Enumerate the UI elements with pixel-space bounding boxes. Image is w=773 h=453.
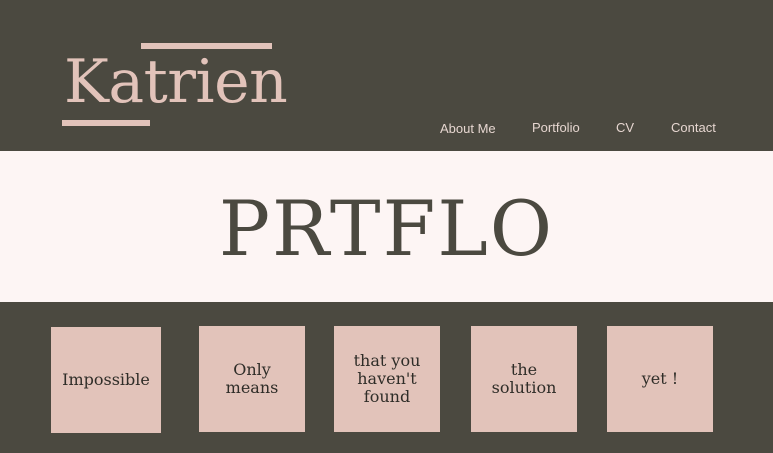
nav-item-cv[interactable]: CV: [616, 120, 634, 135]
main-nav: About Me Portfolio CV Contact: [0, 120, 773, 138]
hero-banner: PRTFLO: [0, 151, 773, 302]
nav-item-about-me[interactable]: About Me: [440, 121, 496, 136]
nav-item-portfolio[interactable]: Portfolio: [532, 120, 580, 135]
tiles-section: Impossible Only means that you haven't f…: [0, 302, 773, 453]
tile-label: Only means: [225, 360, 279, 397]
tile-label: the solution: [491, 360, 557, 397]
tile-that-you-havent-found[interactable]: that you haven't found: [334, 326, 440, 432]
tile-label: that you haven't found: [353, 351, 421, 406]
nav-item-contact[interactable]: Contact: [671, 120, 716, 135]
tile-the-solution[interactable]: the solution: [471, 326, 577, 432]
tile-yet[interactable]: yet !: [607, 326, 713, 432]
page-title: PRTFLO: [218, 184, 555, 273]
site-header: Katrien About Me Portfolio CV Contact: [0, 0, 773, 151]
tile-only-means[interactable]: Only means: [199, 326, 305, 432]
tile-label: yet !: [641, 369, 679, 388]
logo[interactable]: Katrien: [62, 40, 288, 130]
logo-text: Katrien: [64, 47, 288, 117]
tile-impossible[interactable]: Impossible: [51, 327, 161, 433]
tile-label: Impossible: [62, 370, 150, 389]
